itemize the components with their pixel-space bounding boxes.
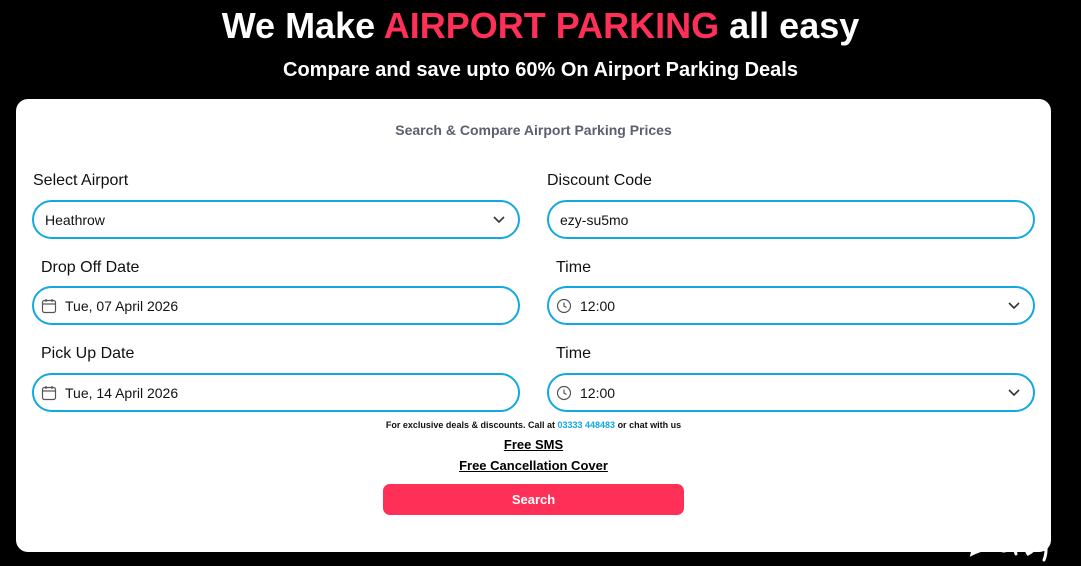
- clock-icon: [555, 297, 573, 315]
- chevron-down-icon: [1007, 386, 1021, 400]
- airport-value: Heathrow: [45, 211, 105, 228]
- contact-note: For exclusive deals & discounts. Call at…: [16, 420, 1051, 430]
- hero-subtitle: Compare and save upto 60% On Airport Par…: [283, 59, 798, 81]
- pickup-date-input[interactable]: Tue, 14 April 2026: [32, 373, 520, 412]
- free-sms-link[interactable]: Free SMS: [16, 437, 1051, 452]
- hero-title-prefix: We Make: [221, 5, 376, 46]
- phone-link[interactable]: 03333 448483: [557, 420, 615, 430]
- discount-value: ezy-su5mo: [560, 211, 629, 228]
- pickup-time-label: Time: [556, 345, 591, 362]
- discount-label: Discount Code: [547, 172, 652, 189]
- dropoff-date-value: Tue, 07 April 2026: [65, 297, 179, 314]
- hero-title-accent: AIRPORT PARKING: [383, 5, 720, 46]
- dropoff-date-label: Drop Off Date: [41, 259, 140, 276]
- contact-note-suffix: or chat with us: [617, 420, 682, 430]
- search-form-card: Search & Compare Airport Parking Prices …: [16, 99, 1051, 552]
- chat-widget-icon[interactable]: [962, 520, 1052, 566]
- pickup-time-value: 12:00: [580, 384, 616, 401]
- contact-note-prefix: For exclusive deals & discounts. Call at: [385, 420, 555, 430]
- pickup-date-label: Pick Up Date: [41, 345, 135, 362]
- airport-label: Select Airport: [33, 172, 129, 189]
- hero-title: We Make AIRPORT PARKING all easy: [0, 4, 1081, 48]
- dropoff-time-select[interactable]: 12:00: [547, 286, 1035, 325]
- form-heading: Search & Compare Airport Parking Prices: [395, 122, 672, 138]
- free-cancellation-link[interactable]: Free Cancellation Cover: [16, 458, 1051, 473]
- search-button[interactable]: Search: [383, 484, 684, 515]
- airport-select[interactable]: Heathrow: [32, 200, 520, 239]
- hero-title-suffix: all easy: [729, 5, 860, 46]
- dropoff-time-label: Time: [556, 259, 591, 276]
- pickup-time-select[interactable]: 12:00: [547, 373, 1035, 412]
- dropoff-date-input[interactable]: Tue, 07 April 2026: [32, 286, 520, 325]
- discount-code-input[interactable]: ezy-su5mo: [547, 200, 1035, 239]
- dropoff-time-value: 12:00: [580, 297, 616, 314]
- pickup-date-value: Tue, 14 April 2026: [65, 384, 179, 401]
- calendar-icon: [40, 384, 58, 402]
- chevron-down-icon: [1007, 299, 1021, 313]
- clock-icon: [555, 384, 573, 402]
- chevron-down-icon: [492, 213, 506, 227]
- calendar-icon: [40, 297, 58, 315]
